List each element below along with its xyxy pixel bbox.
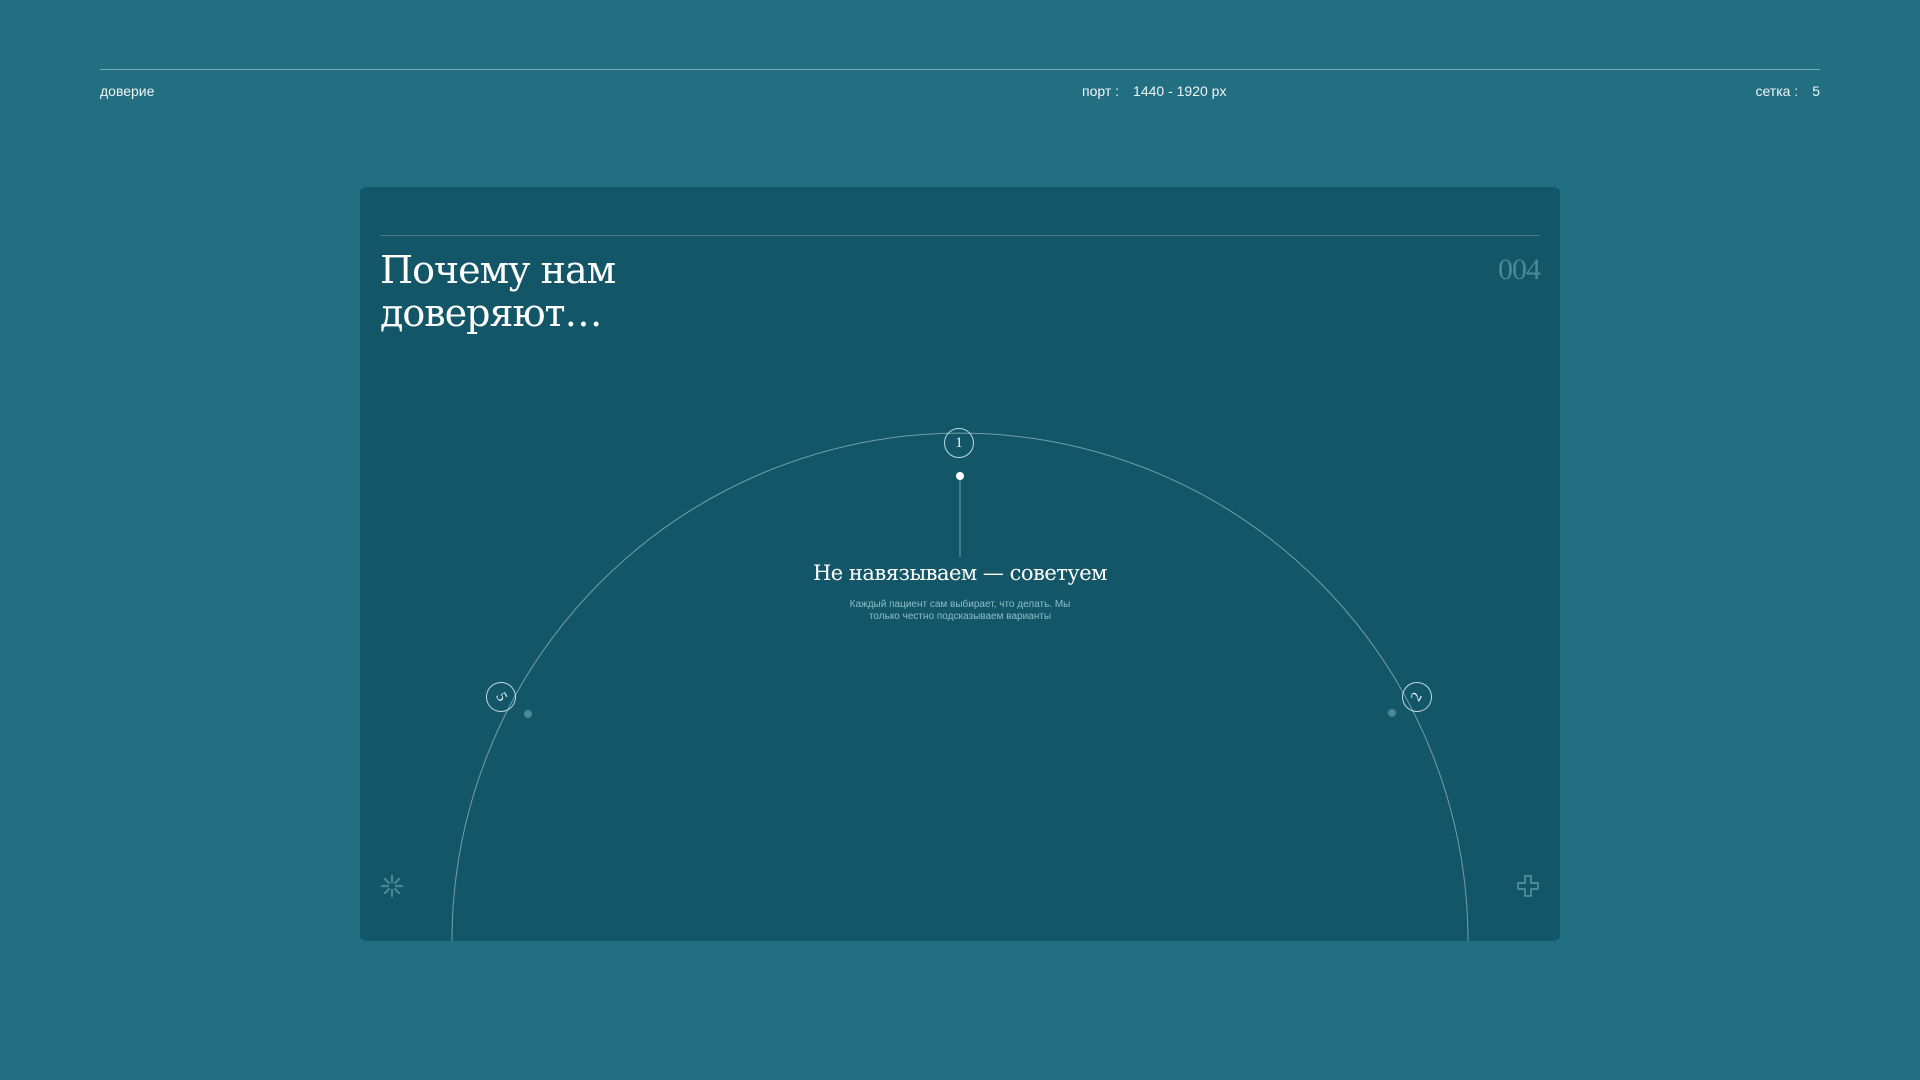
active-step-dot <box>956 472 964 480</box>
active-step-content: Не навязываем — советуем Каждый пациент … <box>800 561 1120 623</box>
grid-label: сетка : <box>1755 83 1799 99</box>
top-info-bar: доверие порт : 1440 - 1920 px сетка : 5 <box>100 69 1820 110</box>
grid-info: сетка : 5 <box>1755 83 1820 99</box>
port-info: порт : 1440 - 1920 px <box>1082 83 1226 99</box>
active-step-description: Каждый пациент сам выбирает, что делать.… <box>849 599 1071 622</box>
grid-value: 5 <box>1812 83 1820 99</box>
step-badge-1[interactable]: 1 <box>944 428 974 458</box>
trust-card: Почему нам доверяют… 004 1 2 5 Не навязы… <box>360 187 1560 941</box>
port-label: порт : <box>1082 83 1120 99</box>
port-value: 1440 - 1920 px <box>1133 83 1227 99</box>
section-label: доверие <box>100 83 155 99</box>
active-step-heading: Не навязываем — советуем <box>812 561 1108 585</box>
sparkle-icon <box>380 874 404 898</box>
medical-cross-icon <box>1517 875 1539 897</box>
step-dot-right <box>1388 709 1396 717</box>
step-dot-left <box>524 710 532 718</box>
